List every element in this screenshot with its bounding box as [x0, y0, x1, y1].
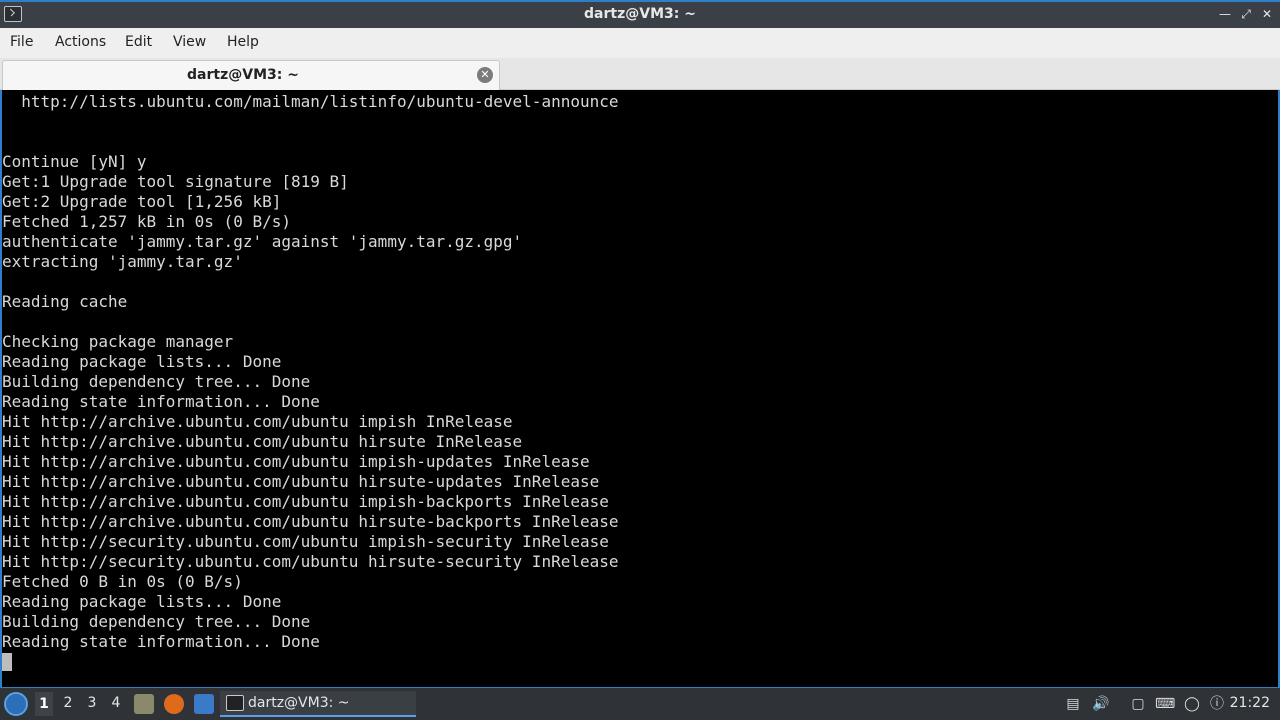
terminal-line: Continue [yN] y — [2, 152, 147, 171]
terminal-line: Reading package lists... Done — [2, 592, 282, 611]
terminal-line: Hit http://security.ubuntu.com/ubuntu hi… — [2, 552, 619, 571]
workspace-1[interactable]: 1 — [35, 692, 53, 716]
minimize-icon[interactable]: — — [1216, 5, 1234, 23]
taskbar: 1 2 3 4 dartz@VM3: ~ ▤ 🔊 ▢ ⌨ ◯ ⓘ 21:22 — [0, 688, 1280, 720]
clipboard-tray-icon[interactable]: ▤ — [1063, 694, 1083, 714]
terminal-line: extracting 'jammy.tar.gz' — [2, 252, 243, 271]
terminal-line: Reading state information... Done — [2, 632, 320, 651]
firefox-icon[interactable] — [164, 694, 184, 714]
workspace-3[interactable]: 3 — [83, 695, 101, 711]
workspace-4[interactable]: 4 — [107, 695, 125, 711]
terminal-line: Checking package manager — [2, 332, 234, 351]
terminal-line: Reading state information... Done — [2, 392, 320, 411]
terminal-line: Get:2 Upgrade tool [1,256 kB] — [2, 192, 282, 211]
terminal-line: Reading package lists... Done — [2, 352, 282, 371]
taskbar-task-terminal[interactable]: dartz@VM3: ~ — [220, 691, 416, 717]
terminal-line: Fetched 1,257 kB in 0s (0 B/s) — [2, 212, 291, 231]
terminal-line: Hit http://archive.ubuntu.com/ubuntu imp… — [2, 412, 513, 431]
terminal-line: Get:1 Upgrade tool signature [819 B] — [2, 172, 349, 191]
terminal-task-icon — [226, 695, 244, 711]
menu-actions[interactable]: Actions — [55, 34, 106, 50]
terminal-line: Hit http://archive.ubuntu.com/ubuntu hir… — [2, 512, 619, 531]
terminal-output[interactable]: http://lists.ubuntu.com/mailman/listinfo… — [0, 90, 1280, 688]
notes-tray-icon[interactable]: ▢ — [1128, 694, 1148, 714]
menu-view[interactable]: View — [173, 34, 206, 50]
terminal-line: Hit http://archive.ubuntu.com/ubuntu imp… — [2, 452, 590, 471]
start-menu-icon[interactable] — [4, 692, 28, 716]
terminal-line: Building dependency tree... Done — [2, 372, 311, 391]
keyboard-tray-icon[interactable]: ⌨ — [1155, 694, 1175, 714]
volume-icon[interactable]: 🔊 — [1091, 694, 1111, 714]
maximize-icon[interactable]: ⤢ — [1237, 5, 1255, 23]
power-tray-icon[interactable]: ◯ — [1182, 694, 1202, 714]
show-desktop-icon[interactable] — [194, 694, 214, 714]
terminal-line: http://lists.ubuntu.com/mailman/listinfo… — [2, 92, 619, 111]
taskbar-task-label: dartz@VM3: ~ — [248, 695, 350, 711]
tab-close-icon[interactable]: ✕ — [477, 67, 493, 83]
window-title-bar[interactable]: dartz@VM3: ~ — ⤢ ✕ — [0, 0, 1280, 28]
workspace-2[interactable]: 2 — [59, 695, 77, 711]
file-manager-icon[interactable] — [134, 694, 154, 714]
clock[interactable]: 21:22 — [1230, 695, 1270, 711]
tab-bar: dartz@VM3: ~ ✕ — [0, 58, 1280, 90]
window-title: dartz@VM3: ~ — [584, 6, 696, 22]
update-notifier-icon[interactable]: ⓘ — [1207, 694, 1227, 714]
menu-file[interactable]: File — [10, 34, 33, 50]
close-icon[interactable]: ✕ — [1258, 5, 1276, 23]
terminal-cursor — [2, 653, 12, 671]
terminal-cursor-line — [2, 652, 1278, 672]
terminal-line: Hit http://archive.ubuntu.com/ubuntu hir… — [2, 472, 600, 491]
terminal-line: Hit http://security.ubuntu.com/ubuntu im… — [2, 532, 609, 551]
menu-bar: File Actions Edit View Help — [0, 28, 1280, 58]
terminal-line: Hit http://archive.ubuntu.com/ubuntu hir… — [2, 432, 523, 451]
terminal-line: Reading cache — [2, 292, 128, 311]
menu-edit[interactable]: Edit — [125, 34, 152, 50]
menu-help[interactable]: Help — [227, 34, 259, 50]
terminal-line: Fetched 0 B in 0s (0 B/s) — [2, 572, 243, 591]
terminal-line: Building dependency tree... Done — [2, 612, 311, 631]
terminal-line: Hit http://archive.ubuntu.com/ubuntu imp… — [2, 492, 609, 511]
tab-terminal[interactable]: dartz@VM3: ~ ✕ — [2, 60, 500, 90]
tab-label: dartz@VM3: ~ — [187, 67, 299, 83]
terminal-line: authenticate 'jammy.tar.gz' against 'jam… — [2, 232, 523, 251]
